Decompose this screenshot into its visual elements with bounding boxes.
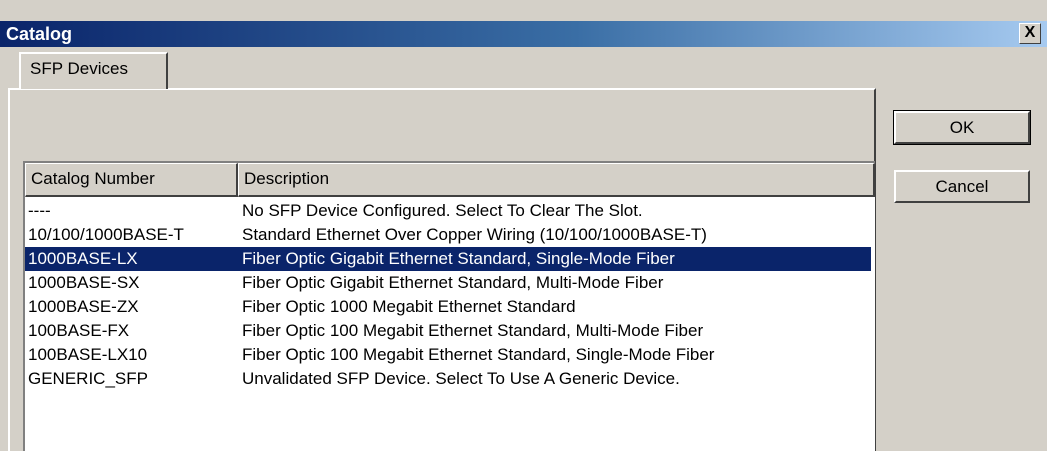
column-header-catalog-number[interactable]: Catalog Number [25,163,238,197]
description-cell: Fiber Optic 100 Megabit Ethernet Standar… [242,345,715,364]
catalog-number-cell: 100BASE-LX10 [28,345,148,364]
window-title: Catalog [6,24,73,44]
catalog-number-cell: 10/100/1000BASE-T [28,225,184,244]
catalog-number-cell: 1000BASE-ZX [28,297,139,316]
table-row[interactable]: 100BASE-LX10 Fiber Optic 100 Megabit Eth… [25,343,871,367]
description-cell: Unvalidated SFP Device. Select To Use A … [242,369,680,388]
column-header-description[interactable]: Description [238,163,875,197]
ok-button-label: OK [949,118,975,137]
title-bar[interactable]: Catalog X [0,21,1047,47]
table-row-selected[interactable]: 1000BASE-LX Fiber Optic Gigabit Ethernet… [25,247,871,271]
tab-label: SFP Devices [30,59,128,78]
catalog-list[interactable]: Catalog Number Description ---- No SFP D… [23,161,875,451]
catalog-number-cell: GENERIC_SFP [28,369,148,388]
cancel-button-label: Cancel [935,177,989,196]
close-button[interactable]: X [1019,23,1041,44]
description-cell: Fiber Optic 1000 Megabit Ethernet Standa… [242,297,576,316]
description-cell: Fiber Optic Gigabit Ethernet Standard, M… [242,273,664,292]
catalog-dialog: Catalog X SFP Devices OK Cancel Catalog … [0,0,1047,451]
catalog-number-cell: 1000BASE-SX [28,273,140,292]
catalog-number-cell: ---- [28,201,51,220]
description-cell: Standard Ethernet Over Copper Wiring (10… [242,225,707,244]
description-cell: No SFP Device Configured. Select To Clea… [242,201,643,220]
list-header: Catalog Number Description [25,163,875,197]
table-row[interactable]: ---- No SFP Device Configured. Select To… [25,199,871,223]
catalog-number-cell: 100BASE-FX [28,321,130,340]
table-row[interactable]: 100BASE-FX Fiber Optic 100 Megabit Ether… [25,319,871,343]
table-row[interactable]: 10/100/1000BASE-T Standard Ethernet Over… [25,223,871,247]
table-row[interactable]: 1000BASE-SX Fiber Optic Gigabit Ethernet… [25,271,871,295]
cancel-button[interactable]: Cancel [894,170,1030,203]
description-cell: Fiber Optic Gigabit Ethernet Standard, S… [242,249,675,268]
tab-sfp-devices[interactable]: SFP Devices [19,52,168,89]
table-row[interactable]: 1000BASE-ZX Fiber Optic 1000 Megabit Eth… [25,295,871,319]
catalog-number-cell: 1000BASE-LX [28,249,138,268]
description-cell: Fiber Optic 100 Megabit Ethernet Standar… [242,321,704,340]
ok-button[interactable]: OK [893,110,1031,145]
table-row[interactable]: GENERIC_SFP Unvalidated SFP Device. Sele… [25,367,871,391]
close-icon: X [1024,24,1036,41]
